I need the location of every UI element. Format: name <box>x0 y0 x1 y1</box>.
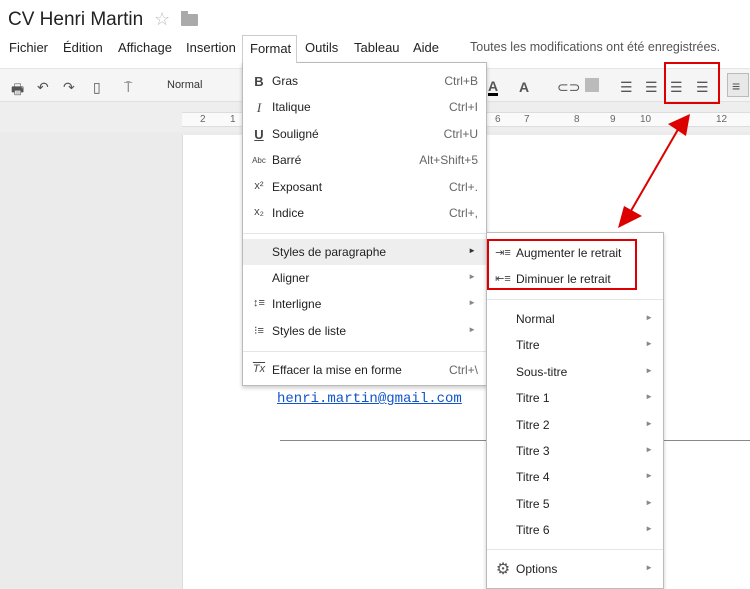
double-arrow-line <box>627 125 681 217</box>
arrow-head-top <box>668 114 690 136</box>
annotation-arrow <box>618 114 690 228</box>
arrow-head-bottom <box>618 206 642 228</box>
